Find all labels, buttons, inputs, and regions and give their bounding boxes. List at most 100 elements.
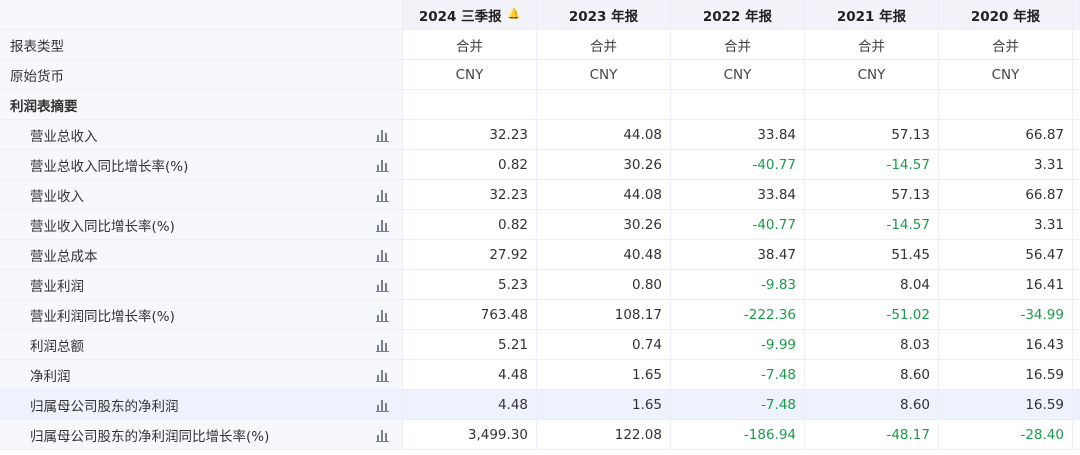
row-label: 原始货币 <box>10 68 64 85</box>
row-label-cell: 营业利润同比增长率(%) <box>0 300 402 329</box>
table-cell: 3.31 <box>938 210 1072 239</box>
column-header[interactable]: 2021 年报 <box>804 0 938 29</box>
table-cell: CNY <box>938 60 1072 89</box>
row-label: 营业利润同比增长率(%) <box>30 308 175 325</box>
table-cell: 合并 <box>670 30 804 59</box>
row-extra-cell <box>1072 30 1080 59</box>
table-row[interactable]: 营业利润同比增长率(%) 763.48 108.17 -222.36 -51.02 -34… <box>0 300 1080 330</box>
section-row: 利润表摘要 <box>0 90 1080 120</box>
table-row[interactable]: 归属母公司股东的净利润同比增长率(%) 3,499.30 122.08 -186.94… <box>0 420 1080 450</box>
bar-chart-icon[interactable] <box>376 428 390 442</box>
bar-chart-icon[interactable] <box>376 248 390 262</box>
bell-icon[interactable]: 🔔 <box>508 9 520 20</box>
table-cell: 38.47 <box>670 240 804 269</box>
table-cell: 合并 <box>938 30 1072 59</box>
table-cell: 16.59 <box>938 360 1072 389</box>
table-cell: CNY <box>402 60 536 89</box>
table-cell: 0.74 <box>536 330 670 359</box>
column-header[interactable]: 2022 年报 <box>670 0 804 29</box>
table-cell: 合并 <box>536 30 670 59</box>
table-cell: 51.45 <box>804 240 938 269</box>
bar-chart-icon[interactable] <box>376 278 390 292</box>
bar-chart-icon[interactable] <box>376 188 390 202</box>
row-label-cell: 利润总额 <box>0 330 402 359</box>
column-header-label: 2022 年报 <box>702 8 773 25</box>
section-label-cell: 利润表摘要 <box>0 90 402 119</box>
section-title: 利润表摘要 <box>10 98 78 115</box>
table-row[interactable]: 营业利润 5.23 0.80 -9.83 8.04 16.41 <box>0 270 1080 300</box>
header-extra-cell <box>1072 0 1080 29</box>
row-label-cell: 报表类型 <box>0 30 402 59</box>
row-label: 营业总收入同比增长率(%) <box>30 158 189 175</box>
table-row[interactable]: 归属母公司股东的净利润 4.48 1.65 -7.48 8.60 16.59 <box>0 390 1080 420</box>
table-cell: -40.77 <box>670 150 804 179</box>
table-cell: -51.02 <box>804 300 938 329</box>
table-cell: 763.48 <box>402 300 536 329</box>
table-cell: -222.36 <box>670 300 804 329</box>
bar-chart-icon[interactable] <box>376 158 390 172</box>
row-extra-cell <box>1072 90 1080 119</box>
table-cell: -186.94 <box>670 420 804 449</box>
table-row[interactable]: 营业收入同比增长率(%) 0.82 30.26 -40.77 -14.57 3.31 <box>0 210 1080 240</box>
row-label-cell: 营业收入同比增长率(%) <box>0 210 402 239</box>
column-header-label: 2023 年报 <box>568 8 639 25</box>
table-cell: -14.57 <box>804 150 938 179</box>
table-cell: 27.92 <box>402 240 536 269</box>
table-cell: 4.48 <box>402 390 536 419</box>
table-cell <box>670 90 804 119</box>
table-cell: CNY <box>804 60 938 89</box>
bar-chart-icon[interactable] <box>376 128 390 142</box>
row-label-cell: 营业总成本 <box>0 240 402 269</box>
row-extra-cell <box>1072 420 1080 449</box>
row-label: 利润总额 <box>30 338 84 355</box>
table-cell: 3,499.30 <box>402 420 536 449</box>
bar-chart-icon[interactable] <box>376 218 390 232</box>
table-cell: 0.80 <box>536 270 670 299</box>
row-label-cell: 归属母公司股东的净利润 <box>0 390 402 419</box>
row-label: 归属母公司股东的净利润同比增长率(%) <box>30 428 270 445</box>
row-extra-cell <box>1072 360 1080 389</box>
meta-row: 原始货币 CNY CNY CNY CNY CNY <box>0 60 1080 90</box>
row-extra-cell <box>1072 390 1080 419</box>
table-cell: 3.31 <box>938 150 1072 179</box>
table-cell: -28.40 <box>938 420 1072 449</box>
row-extra-cell <box>1072 330 1080 359</box>
bar-chart-icon[interactable] <box>376 398 390 412</box>
table-row[interactable]: 净利润 4.48 1.65 -7.48 8.60 16.59 <box>0 360 1080 390</box>
table-row[interactable]: 营业总成本 27.92 40.48 38.47 51.45 56.47 <box>0 240 1080 270</box>
bar-chart-icon[interactable] <box>376 308 390 322</box>
row-label: 归属母公司股东的净利润 <box>30 398 179 415</box>
row-extra-cell <box>1072 300 1080 329</box>
table-row[interactable]: 营业总收入同比增长率(%) 0.82 30.26 -40.77 -14.57 3.31 <box>0 150 1080 180</box>
table-cell: 122.08 <box>536 420 670 449</box>
row-label: 营业收入同比增长率(%) <box>30 218 175 235</box>
column-header-label: 2024 三季报 <box>418 8 502 25</box>
table-cell: 57.13 <box>804 180 938 209</box>
row-label: 报表类型 <box>10 38 64 55</box>
column-header[interactable]: 2020 年报 <box>938 0 1072 29</box>
table-cell: 8.60 <box>804 390 938 419</box>
table-row[interactable]: 营业总收入 32.23 44.08 33.84 57.13 66.87 <box>0 120 1080 150</box>
table-cell: 合并 <box>402 30 536 59</box>
table-cell: CNY <box>536 60 670 89</box>
table-cell: 56.47 <box>938 240 1072 269</box>
bar-chart-icon[interactable] <box>376 338 390 352</box>
financial-table: 2024 三季报 🔔 2023 年报 2022 年报 2021 年报 2020 年报报表类… <box>0 0 1080 455</box>
table-cell: 32.23 <box>402 120 536 149</box>
row-extra-cell <box>1072 150 1080 179</box>
column-header[interactable]: 2024 三季报 🔔 <box>402 0 536 29</box>
table-row[interactable]: 利润总额 5.21 0.74 -9.99 8.03 16.43 <box>0 330 1080 360</box>
table-grid: 2024 三季报 🔔 2023 年报 2022 年报 2021 年报 2020 年报报表类… <box>0 0 1080 450</box>
table-cell: 57.13 <box>804 120 938 149</box>
row-extra-cell <box>1072 60 1080 89</box>
row-label-cell: 营业收入 <box>0 180 402 209</box>
row-extra-cell <box>1072 270 1080 299</box>
bar-chart-icon[interactable] <box>376 368 390 382</box>
table-cell <box>938 90 1072 119</box>
table-cell: 16.43 <box>938 330 1072 359</box>
table-cell <box>536 90 670 119</box>
column-header[interactable]: 2023 年报 <box>536 0 670 29</box>
table-row[interactable]: 营业收入 32.23 44.08 33.84 57.13 66.87 <box>0 180 1080 210</box>
table-cell: 108.17 <box>536 300 670 329</box>
table-cell: -9.99 <box>670 330 804 359</box>
